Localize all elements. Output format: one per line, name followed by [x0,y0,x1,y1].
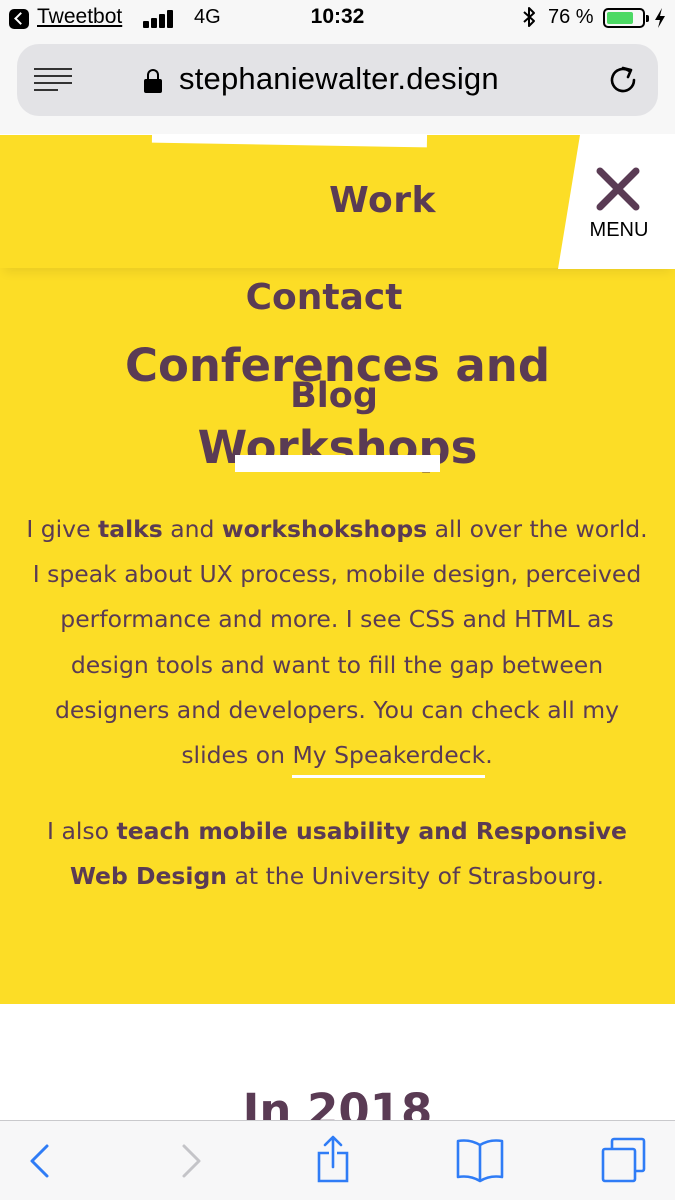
tabs-button[interactable] [598,1135,654,1185]
browser-toolbar [0,1120,675,1200]
intro-emphasis: workshokshops [221,515,428,543]
bluetooth-icon [523,7,535,27]
intro-text: and [162,515,222,543]
intro-text: . [485,741,493,770]
top-navigation: Work MENU [0,135,675,269]
teaching-paragraph: I also teach mobile usability and Respon… [22,809,652,899]
intro-text: all over the world. I speak about UX pro… [32,515,648,770]
section-2018: In 2018 [0,1004,675,1120]
intro-paragraph: I give talks and workshokshops all over … [22,507,652,779]
reader-view-icon[interactable] [34,68,72,92]
speakerdeck-link[interactable]: My Speakerdeck [292,741,486,779]
reload-icon[interactable] [607,64,639,96]
bookmarks-button[interactable] [452,1135,508,1185]
address-bar[interactable]: stephaniewalter.design [17,44,658,116]
battery-level-fill [607,12,633,24]
browser-address-area: stephaniewalter.design [0,36,675,134]
intro-text: I give [26,515,98,543]
battery-icon [603,8,649,28]
back-button[interactable] [22,1135,78,1185]
battery-percentage: 76 % [548,6,594,28]
section-heading: In 2018 [242,1084,433,1120]
share-button[interactable] [309,1135,365,1185]
url-text[interactable]: stephaniewalter.design [179,61,499,97]
menu-label: MENU [589,219,649,241]
forward-button[interactable] [166,1135,222,1185]
chevron-right-icon [182,1144,201,1178]
lock-icon [144,69,162,93]
status-bar: Tweetbot 4G 10:32 76 % [0,0,675,36]
share-icon [317,1135,349,1183]
nav-link-contact[interactable]: Contact [0,277,648,318]
charging-bolt-icon [655,8,665,28]
conferences-section: Work MENU Contact Conferences and Worksh… [0,135,675,1004]
menu-button[interactable]: MENU [558,135,675,269]
chevron-left-icon [30,1144,49,1178]
intro-emphasis: talks [98,515,163,543]
decorative-tape [235,455,440,472]
teaching-text: I also [47,817,117,845]
tabs-icon [601,1137,646,1183]
close-icon[interactable] [596,167,640,211]
decorative-tape [151,135,428,148]
teaching-text: at the University of Strasbourg. [227,862,605,890]
book-icon [456,1139,504,1183]
nav-link-blog[interactable]: Blog [0,376,668,416]
